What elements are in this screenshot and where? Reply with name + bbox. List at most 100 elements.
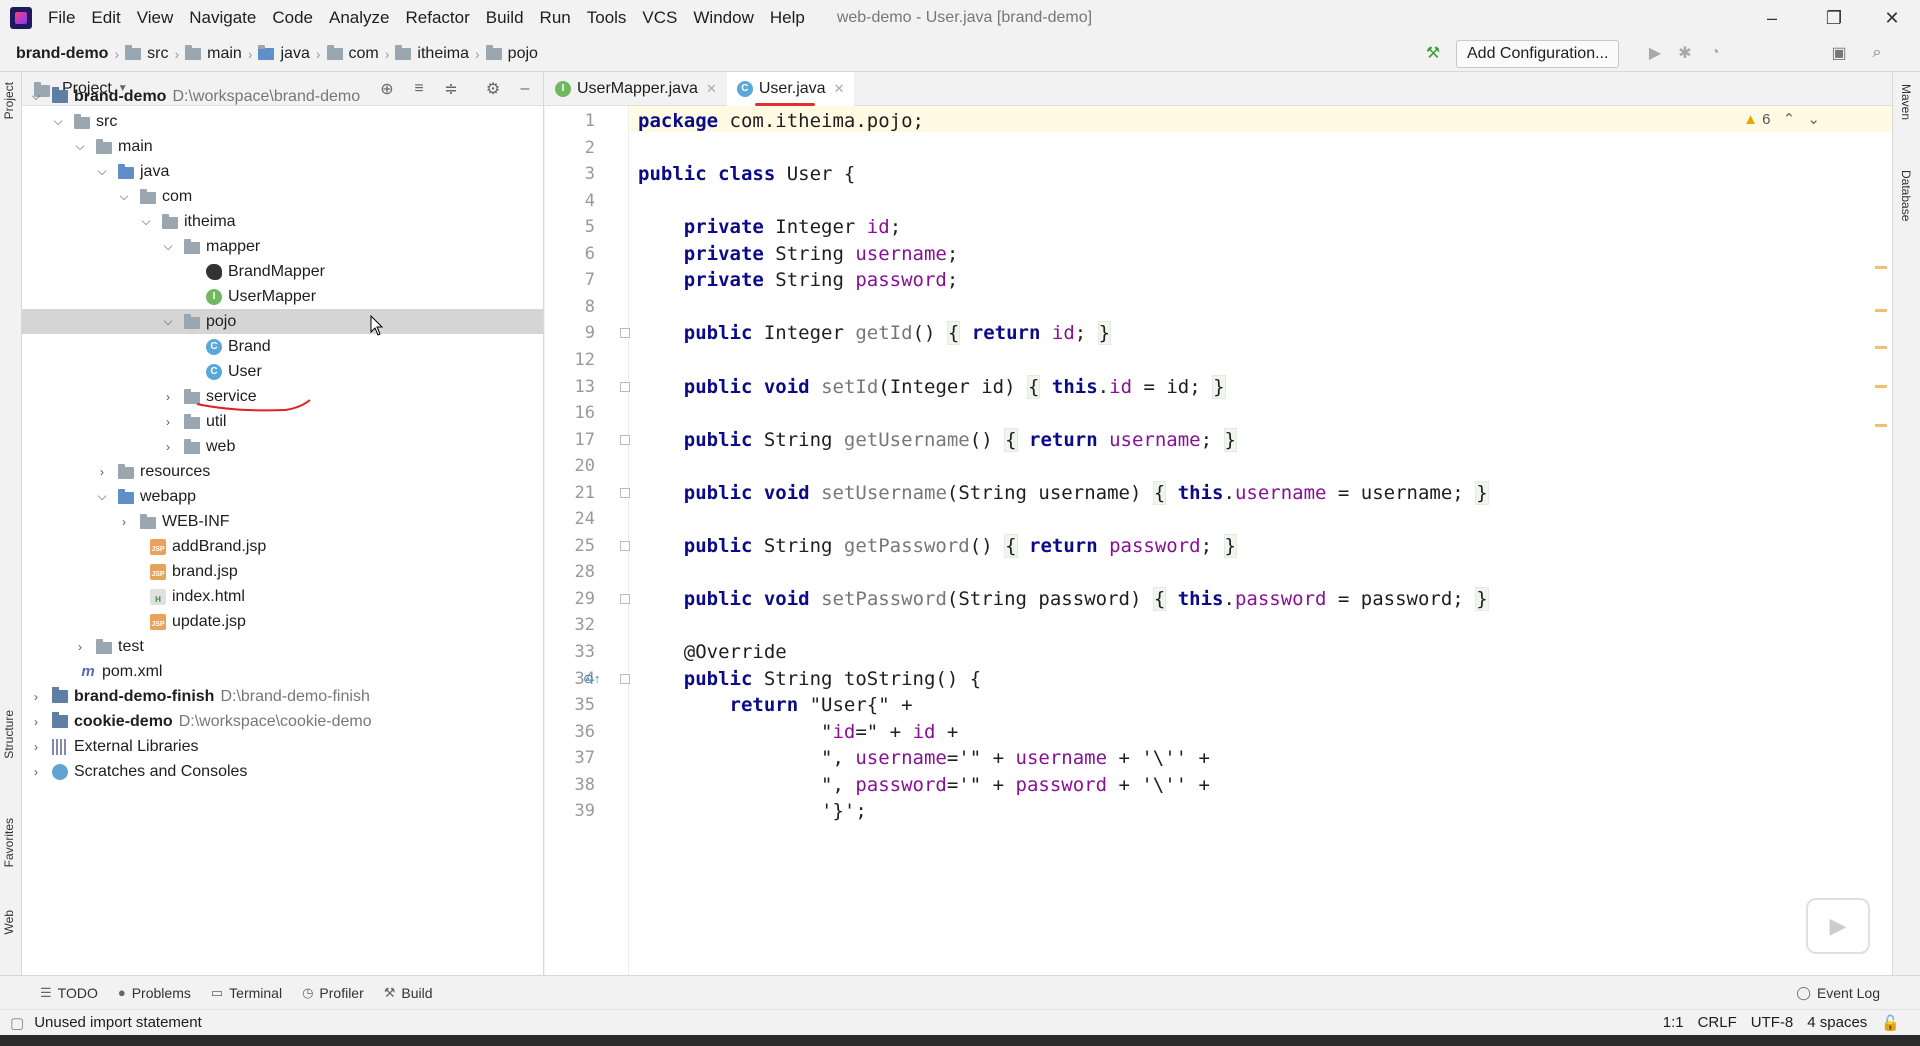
- tab-usermapper-java[interactable]: I UserMapper.java ✕: [545, 72, 727, 106]
- error-stripe-mark[interactable]: [1875, 346, 1887, 349]
- breadcrumb-src[interactable]: src: [119, 44, 174, 63]
- caret-position[interactable]: 1:1: [1663, 1014, 1684, 1032]
- tool-profiler[interactable]: ◷ Profiler: [302, 985, 364, 1001]
- menu-help[interactable]: Help: [762, 8, 813, 28]
- chevron-down-icon[interactable]: ⌵: [162, 314, 174, 329]
- tree-node-addbrand-jsp[interactable]: JSP addBrand.jsp: [22, 534, 543, 559]
- breadcrumb-com[interactable]: com: [321, 44, 385, 63]
- chevron-right-icon[interactable]: ›: [30, 765, 42, 779]
- tree-node-user[interactable]: C User: [22, 359, 543, 384]
- restore-icon[interactable]: ❐: [1806, 0, 1862, 36]
- tab-structure-vertical[interactable]: Structure: [2, 710, 16, 759]
- menu-navigate[interactable]: Navigate: [181, 8, 264, 28]
- tree-node-brand[interactable]: C Brand: [22, 334, 543, 359]
- code-editor[interactable]: 1 2 3 4 5 6 7 8 9 12 13 16 17 20 21 24 25 28 29 32 33 34 35 36 3…: [545, 106, 1892, 975]
- error-stripe-mark[interactable]: [1875, 424, 1887, 427]
- inspection-widget[interactable]: ▲ 6 ⌃ ⌄: [1743, 110, 1820, 128]
- tree-node-cookie-demo[interactable]: › cookie-demo D:\workspace\cookie-demo: [22, 709, 543, 734]
- tree-node-web[interactable]: › web: [22, 434, 543, 459]
- tree-node-java[interactable]: ⌵ java: [22, 159, 543, 184]
- error-stripe-mark[interactable]: [1875, 385, 1887, 388]
- add-configuration-button[interactable]: Add Configuration...: [1456, 40, 1620, 68]
- chevron-down-icon[interactable]: ⌵: [96, 489, 108, 504]
- chevron-right-icon[interactable]: ›: [162, 390, 174, 404]
- tab-database-vertical[interactable]: Database: [1899, 170, 1913, 221]
- tab-project-vertical[interactable]: Project: [2, 82, 16, 119]
- chevron-up-icon[interactable]: ⌃: [1783, 111, 1796, 128]
- search-icon[interactable]: ⌕: [1866, 42, 1888, 64]
- tree-node-brand-demo-finish[interactable]: › brand-demo-finish D:\brand-demo-finish: [22, 684, 543, 709]
- line-separator[interactable]: CRLF: [1698, 1014, 1737, 1032]
- fold-icon[interactable]: [620, 673, 630, 684]
- menu-tools[interactable]: Tools: [579, 8, 635, 28]
- tab-web-vertical[interactable]: Web: [2, 910, 16, 934]
- tree-node-resources[interactable]: › resources: [22, 459, 543, 484]
- tool-terminal[interactable]: ▭ Terminal: [211, 985, 282, 1001]
- tree-node-mapper[interactable]: ⌵ mapper: [22, 234, 543, 259]
- breadcrumb-main[interactable]: main: [179, 44, 248, 63]
- fold-icon[interactable]: [620, 434, 630, 445]
- breadcrumb-java[interactable]: java: [252, 44, 315, 63]
- menu-analyze[interactable]: Analyze: [321, 8, 397, 28]
- tree-node-main[interactable]: ⌵ main: [22, 134, 543, 159]
- menu-code[interactable]: Code: [264, 8, 321, 28]
- run-icon[interactable]: ▶: [1644, 42, 1666, 64]
- error-stripe-mark[interactable]: [1875, 309, 1887, 312]
- tool-build[interactable]: ⚒ Build: [384, 985, 433, 1001]
- tree-node-pojo[interactable]: ⌵ pojo: [22, 309, 543, 334]
- coverage-icon[interactable]: ◔: [1704, 42, 1726, 64]
- tree-node-index-html[interactable]: Hindex.html: [22, 584, 543, 609]
- tree-node-external-libraries[interactable]: › External Libraries: [22, 734, 543, 759]
- tab-favorites-vertical[interactable]: Favorites: [2, 818, 16, 867]
- chevron-down-icon[interactable]: ⌵: [140, 214, 152, 229]
- menu-vcs[interactable]: VCS: [634, 8, 685, 28]
- tree-node-com[interactable]: ⌵ com: [22, 184, 543, 209]
- tree-node-update-jsp[interactable]: JSP update.jsp: [22, 609, 543, 634]
- chevron-right-icon[interactable]: ›: [96, 465, 108, 479]
- menu-view[interactable]: View: [129, 8, 182, 28]
- menu-run[interactable]: Run: [532, 8, 579, 28]
- chevron-right-icon[interactable]: ›: [30, 690, 42, 704]
- chevron-right-icon[interactable]: ›: [118, 515, 130, 529]
- build-hammer-icon[interactable]: ⚒: [1422, 42, 1444, 64]
- file-encoding[interactable]: UTF-8: [1751, 1014, 1794, 1032]
- breadcrumb-itheima[interactable]: itheima: [389, 44, 475, 63]
- tool-todo[interactable]: ☰ TODO: [40, 985, 98, 1001]
- tab-maven-vertical[interactable]: Maven: [1899, 84, 1913, 120]
- tree-node-usermapper[interactable]: I UserMapper: [22, 284, 543, 309]
- minimize-icon[interactable]: –: [1744, 0, 1800, 36]
- chevron-right-icon[interactable]: ›: [162, 440, 174, 454]
- chevron-down-icon[interactable]: ⌵: [118, 189, 130, 204]
- menu-refactor[interactable]: Refactor: [397, 8, 477, 28]
- close-tab-icon[interactable]: ✕: [706, 81, 717, 97]
- tool-event-log[interactable]: ◯ Event Log: [1796, 985, 1880, 1001]
- chevron-right-icon[interactable]: ›: [162, 415, 174, 429]
- tree-node-brandmapper[interactable]: BrandMapper: [22, 259, 543, 284]
- menu-edit[interactable]: Edit: [83, 8, 128, 28]
- chevron-down-icon[interactable]: ⌵: [74, 139, 86, 154]
- tool-problems[interactable]: ● Problems: [118, 985, 191, 1001]
- tree-node-src[interactable]: ⌵ src: [22, 109, 543, 134]
- breadcrumb-project[interactable]: brand-demo: [10, 45, 114, 63]
- tree-node-web-inf[interactable]: › WEB-INF: [22, 509, 543, 534]
- breadcrumb-pojo[interactable]: pojo: [480, 44, 544, 63]
- fold-icon[interactable]: [620, 328, 630, 339]
- chevron-down-icon[interactable]: ⌵: [52, 114, 64, 129]
- chevron-down-icon[interactable]: ⌵: [96, 164, 108, 179]
- chevron-right-icon[interactable]: ›: [30, 715, 42, 729]
- chevron-right-icon[interactable]: ›: [30, 740, 42, 754]
- indent-setting[interactable]: 4 spaces: [1807, 1014, 1867, 1032]
- video-play-button[interactable]: ▶: [1806, 898, 1870, 954]
- fold-icon[interactable]: [620, 487, 630, 498]
- tree-node-brand-jsp[interactable]: JSP brand.jsp: [22, 559, 543, 584]
- tree-node-test[interactable]: › test: [22, 634, 543, 659]
- tree-node-scratches[interactable]: › Scratches and Consoles: [22, 759, 543, 784]
- chevron-down-icon[interactable]: ⌵: [30, 89, 42, 104]
- fold-icon[interactable]: [620, 381, 630, 392]
- chevron-down-icon[interactable]: ⌵: [162, 239, 174, 254]
- tree-node-itheima[interactable]: ⌵ itheima: [22, 209, 543, 234]
- debug-icon[interactable]: ✱: [1674, 42, 1696, 64]
- chevron-right-icon[interactable]: ›: [74, 640, 86, 654]
- menu-window[interactable]: Window: [685, 8, 761, 28]
- close-tab-icon[interactable]: ✕: [834, 81, 845, 97]
